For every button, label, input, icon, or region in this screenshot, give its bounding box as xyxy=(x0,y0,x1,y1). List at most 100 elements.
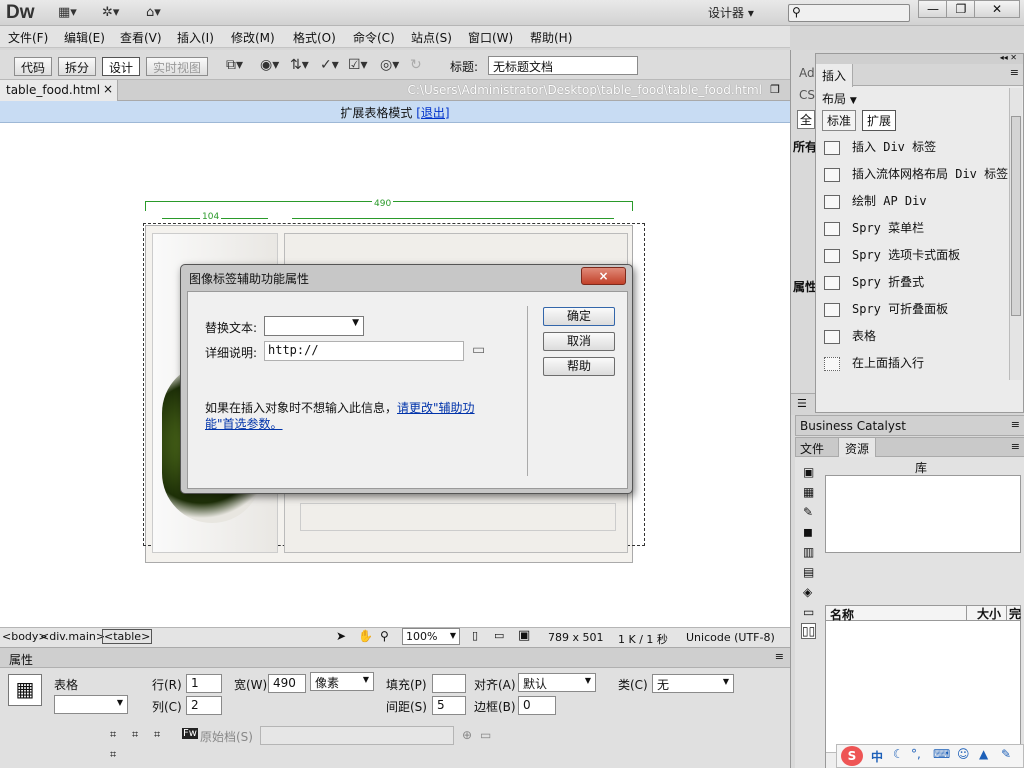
images-asset-icon[interactable]: ▣ xyxy=(803,465,814,479)
design-view-button[interactable]: 设计 xyxy=(102,57,141,76)
help-search-input[interactable]: ⚲ xyxy=(788,4,910,22)
class-select[interactable]: 无 ▼ xyxy=(652,674,734,693)
side-tab-ad[interactable]: Ad xyxy=(799,66,815,80)
moon-icon[interactable]: ☾ xyxy=(893,747,904,761)
panel-menu-icon[interactable]: ≡ xyxy=(775,650,784,663)
split-view-button[interactable]: 拆分 xyxy=(58,57,97,76)
col-name[interactable]: 名称 xyxy=(830,606,854,623)
code-view-button[interactable]: 代码 xyxy=(14,57,53,76)
tab-files[interactable]: 文件 xyxy=(800,440,824,457)
width-input[interactable]: 490 xyxy=(268,674,306,693)
exit-expanded-link[interactable]: [退出] xyxy=(416,106,449,120)
spry-tabbed-panels[interactable]: Spry 选项卡式面板 xyxy=(824,246,960,273)
rows-input[interactable]: 1 xyxy=(186,674,222,693)
padding-input[interactable] xyxy=(432,674,466,693)
tag-selector-div[interactable]: <div.main> xyxy=(40,630,105,643)
gear-icon[interactable]: ✲▾ xyxy=(102,5,119,21)
w3c-validation-icon[interactable]: ✓▾ xyxy=(320,57,339,73)
align-select[interactable]: 默认 ▼ xyxy=(518,673,596,692)
tag-selector-table[interactable]: <table> xyxy=(102,629,153,644)
punctuation-icon[interactable]: °, xyxy=(911,747,921,761)
menu-edit[interactable]: 编辑(E) xyxy=(64,29,105,46)
visual-aids-icon[interactable]: ◎▾ xyxy=(380,57,399,73)
menu-view[interactable]: 查看(V) xyxy=(120,29,162,46)
browse-folder-icon[interactable]: ▭ xyxy=(480,728,491,742)
mobile-size-icon[interactable]: ▯ xyxy=(472,629,478,642)
ok-button[interactable]: 确定 xyxy=(543,307,615,326)
insert-table[interactable]: 表格 xyxy=(824,327,876,354)
panel-grip[interactable]: ◂◂ ✕ xyxy=(816,53,1023,64)
menu-site[interactable]: 站点(S) xyxy=(411,29,452,46)
spacing-input[interactable]: 5 xyxy=(432,696,466,715)
table-id-select[interactable]: ▼ xyxy=(54,695,128,714)
clear-row-heights-icon[interactable]: ⌗ xyxy=(154,728,160,742)
zoom-tool-icon[interactable]: ⚲ xyxy=(380,629,389,643)
shirt-icon[interactable]: ▲ xyxy=(979,747,988,761)
skin-icon[interactable]: ☺ xyxy=(957,747,970,761)
point-to-file-icon[interactable]: ⊕ xyxy=(462,728,472,742)
layout-menu-icon[interactable]: ▦▾ xyxy=(58,5,77,21)
insert-row-above[interactable]: 在上面插入行 xyxy=(824,354,924,381)
insert-fluid-div[interactable]: 插入流体网格布局 Div 标签 xyxy=(824,165,1008,192)
dialog-close-button[interactable]: × xyxy=(581,267,626,285)
wrench-icon[interactable]: ✎ xyxy=(1001,747,1011,761)
hand-tool-icon[interactable]: ✋ xyxy=(358,629,373,643)
panel-menu-icon[interactable]: ≡ xyxy=(1011,418,1020,431)
close-window-button[interactable]: ✕ xyxy=(974,0,1020,18)
spry-menu-bar[interactable]: Spry 菜单栏 xyxy=(824,219,924,246)
folder-icon[interactable]: ▭ xyxy=(472,342,485,358)
movies-asset-icon[interactable]: ▤ xyxy=(803,565,814,579)
site-icon[interactable]: ⌂▾ xyxy=(146,5,161,21)
document-title-input[interactable]: 无标题文档 xyxy=(488,56,638,75)
desktop-size-icon[interactable]: ▣ xyxy=(518,628,530,643)
window-size[interactable]: 789 x 501 xyxy=(548,631,604,644)
source-input[interactable] xyxy=(260,726,454,745)
browser-compat-icon[interactable]: ☑▾ xyxy=(348,57,368,73)
mode-standard-button[interactable]: 标准 xyxy=(822,110,857,131)
menu-commands[interactable]: 命令(C) xyxy=(353,29,395,46)
category-select[interactable]: 布局 ▼ xyxy=(822,90,857,107)
scripts-asset-icon[interactable]: ◈ xyxy=(803,585,812,599)
collapse-icon[interactable]: ◂◂ ✕ xyxy=(1000,53,1017,62)
convert-heights-icon[interactable]: ⌗ xyxy=(110,748,116,762)
colors-asset-icon[interactable]: ▦ xyxy=(803,485,814,499)
maximize-button[interactable]: ❐ xyxy=(946,0,976,18)
live-view-button[interactable]: 实时视图 xyxy=(146,57,209,76)
mode-expanded-button[interactable]: 扩展 xyxy=(862,110,897,131)
chevron-down-icon[interactable]: ▼ xyxy=(352,318,359,328)
tablet-size-icon[interactable]: ▭ xyxy=(494,629,504,642)
col-full[interactable]: 完 xyxy=(1006,605,1021,621)
border-input[interactable]: 0 xyxy=(518,696,556,715)
library-asset-icon[interactable]: ▯▯ xyxy=(801,623,817,639)
menu-file[interactable]: 文件(F) xyxy=(8,29,48,46)
spry-accordion[interactable]: Spry 折叠式 xyxy=(824,273,924,300)
zoom-select[interactable]: 100% ▼ xyxy=(402,628,460,645)
menu-modify[interactable]: 修改(M) xyxy=(231,29,275,46)
menu-help[interactable]: 帮助(H) xyxy=(530,29,572,46)
panel-menu-icon[interactable]: ≡ xyxy=(1011,440,1020,453)
document-tab[interactable]: table_food.html × xyxy=(0,80,118,101)
alt-text-combobox[interactable]: ▼ xyxy=(264,316,364,336)
cancel-button[interactable]: 取消 xyxy=(543,332,615,351)
urls-asset-icon[interactable]: ✎ xyxy=(803,505,813,519)
sogou-logo-icon[interactable]: S xyxy=(841,746,863,766)
col-size[interactable]: 大小 xyxy=(966,605,1001,621)
file-management-icon[interactable]: ⇅▾ xyxy=(290,57,309,73)
scrollbar-thumb[interactable] xyxy=(1011,116,1021,316)
restore-doc-icon[interactable]: ❐ xyxy=(770,83,780,96)
tab-insert[interactable]: 插入 xyxy=(816,64,854,87)
insert-div-tag[interactable]: 插入 Div 标签 xyxy=(824,138,936,165)
multiscreen-icon[interactable]: ⧉▾ xyxy=(226,57,243,73)
menu-insert[interactable]: 插入(I) xyxy=(177,29,214,46)
workspace-switcher[interactable]: 设计器 ▾ xyxy=(708,4,754,21)
menu-format[interactable]: 格式(O) xyxy=(293,29,336,46)
flash-asset-icon[interactable]: ◼ xyxy=(803,525,813,539)
draw-ap-div[interactable]: 绘制 AP Div xyxy=(824,192,927,219)
cols-input[interactable]: 2 xyxy=(186,696,222,715)
side-tab-all[interactable]: 全 xyxy=(797,110,816,129)
templates-asset-icon[interactable]: ▭ xyxy=(803,605,814,619)
shockwave-asset-icon[interactable]: ▥ xyxy=(803,545,814,559)
bc-title[interactable]: Business Catalyst xyxy=(800,419,906,433)
panel-menu-icon[interactable]: ≡ xyxy=(1010,66,1019,79)
convert-widths-icon[interactable]: ⌗ xyxy=(132,728,138,742)
